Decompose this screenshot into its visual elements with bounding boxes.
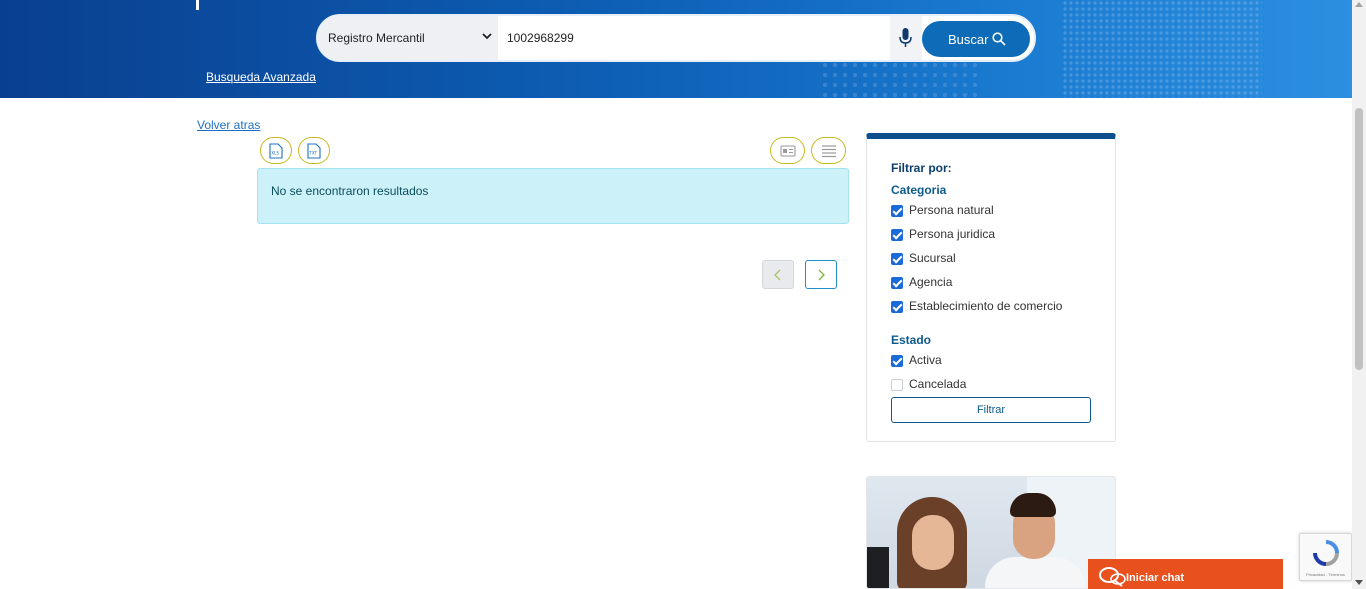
chat-bubble-icon [1099,567,1126,587]
checkbox-agencia[interactable] [891,277,903,289]
recaptcha-badge[interactable]: Privacidad - Términos [1299,533,1352,581]
svg-text:TXT: TXT [308,151,317,156]
header-banner: Registro Mercantil Buscar Busqueda Avanz… [0,0,1352,98]
checkbox-persona-juridica[interactable] [891,229,903,241]
recaptcha-icon [1313,540,1339,566]
search-bar: Registro Mercantil Buscar [316,14,1036,62]
next-page-button[interactable] [805,260,837,289]
checkbox-label: Agencia [909,275,953,289]
list-view-icon [822,145,836,158]
search-button-label: Buscar [948,32,989,47]
search-button[interactable]: Buscar [922,21,1030,57]
search-input[interactable] [498,16,890,60]
checkbox-label: Persona juridica [909,227,996,241]
xls-file-icon: XLS [269,143,283,159]
filter-title: Filtrar por: [891,161,952,175]
card-view-icon [780,145,796,157]
card-view-button[interactable] [770,137,805,164]
checkbox-persona-natural[interactable] [891,205,903,217]
image-chair [867,547,889,588]
txt-file-icon: TXT [307,143,321,159]
decorative-map-dots [1062,0,1262,98]
previous-page-button[interactable] [762,260,794,289]
advanced-search-link[interactable]: Busqueda Avanzada [206,70,316,84]
start-chat-button[interactable]: Iniciar chat [1088,559,1283,589]
recaptcha-text: Privacidad - Términos [1306,572,1345,577]
image-person-woman-face [912,515,954,570]
categoria-heading: Categoria [891,183,947,197]
checkbox-sucursal[interactable] [891,253,903,265]
search-icon [992,32,1006,46]
checkbox-label: Persona natural [909,203,994,217]
checkbox-establecimiento[interactable] [891,301,903,313]
start-chat-label: Iniciar chat [1126,572,1185,584]
chevron-down-icon [482,33,492,40]
microphone-icon [899,28,912,47]
checkbox-label: Establecimiento de comercio [909,299,1063,313]
list-view-button[interactable] [811,137,846,164]
back-link[interactable]: Volver atras [197,118,260,132]
scroll-up-arrow-icon[interactable] [1355,2,1363,7]
export-txt-button[interactable]: TXT [298,137,330,164]
checkbox-cancelada[interactable] [891,379,903,391]
checkbox-label: Sucursal [909,251,956,265]
no-results-alert: No se encontraron resultados [257,168,849,224]
filter-panel: Filtrar por: Categoria Persona natural P… [866,133,1116,442]
svg-text:XLS: XLS [271,151,279,156]
export-xls-button[interactable]: XLS [260,137,292,164]
registry-select-value: Registro Mercantil [328,31,425,45]
checkbox-label: Cancelada [909,377,967,391]
logo-fragment [196,0,199,10]
scroll-down-arrow-icon[interactable] [1355,580,1363,585]
filter-button[interactable]: Filtrar [891,397,1091,423]
microphone-button[interactable] [890,16,922,60]
checkbox-activa[interactable] [891,355,903,367]
promo-image [866,476,1116,589]
image-person-man-shirt [985,557,1085,588]
checkbox-label: Activa [909,353,942,367]
chevron-right-icon [818,269,825,281]
chevron-left-icon [774,269,781,281]
image-person-man-hair [1010,493,1056,517]
scroll-thumb[interactable] [1355,108,1363,370]
no-results-message: No se encontraron resultados [271,184,429,198]
registry-select[interactable]: Registro Mercantil [318,16,498,60]
page-scrollbar[interactable] [1352,0,1366,589]
estado-heading: Estado [891,333,932,347]
